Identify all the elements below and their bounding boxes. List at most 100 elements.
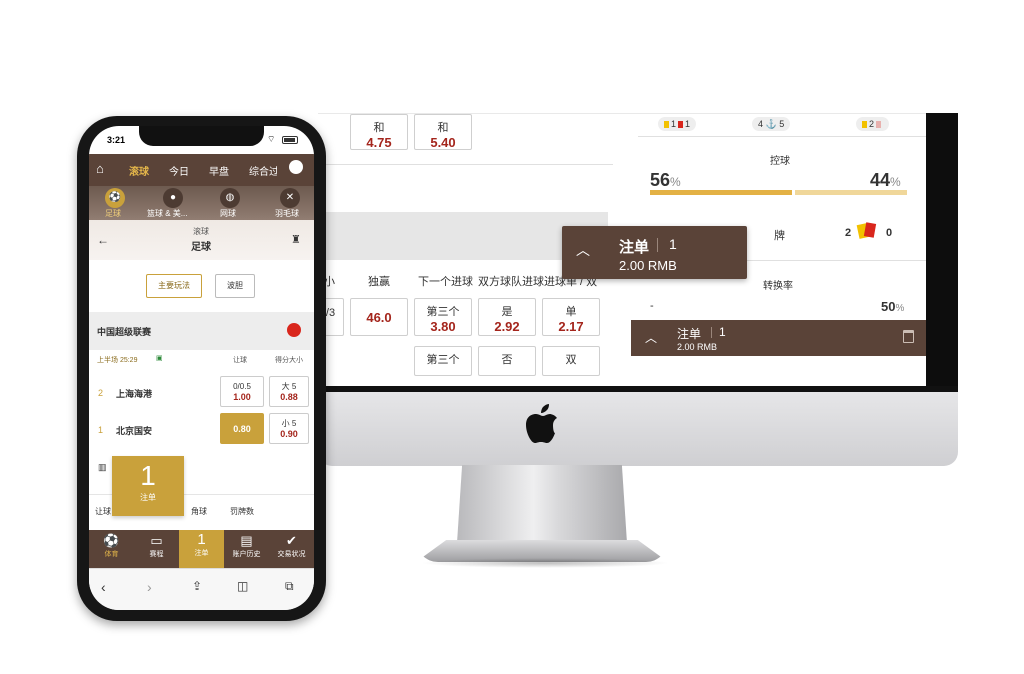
nav-parlay[interactable]: 综合过: [249, 163, 277, 178]
market-handicap[interactable]: 让球: [95, 506, 111, 517]
chevron-up-icon[interactable]: ︿: [645, 329, 657, 346]
cell-label: 双: [565, 354, 577, 366]
nav-today[interactable]: 今日: [169, 163, 189, 178]
col-header-next-goal: 下一个进球: [418, 276, 473, 288]
cell-label: /3: [325, 307, 336, 319]
corners-home: 4: [758, 119, 764, 129]
sport-soccer[interactable]: 足球: [105, 208, 121, 219]
yellow-count: 1: [671, 119, 677, 129]
tab-main-markets[interactable]: 主要玩法: [146, 274, 202, 298]
live-tv-icon[interactable]: ▣: [156, 354, 163, 362]
back-icon[interactable]: ‹: [101, 579, 106, 595]
conversion-home: -: [650, 300, 654, 312]
cell-label: 第三个: [426, 306, 460, 318]
tennis-icon[interactable]: ◍: [220, 188, 240, 208]
odds-cell-draw-2[interactable]: 和 5.40: [414, 114, 472, 150]
floating-betslip[interactable]: 1 注单: [112, 456, 184, 516]
trophy-icon[interactable]: ♜: [291, 233, 301, 246]
tab-label: 注单: [194, 550, 209, 557]
betslip-count: 1: [719, 325, 726, 339]
tab-correct-score[interactable]: 波胆: [215, 274, 255, 298]
odds-handicap-away-selected[interactable]: 0.80: [220, 413, 264, 444]
betslip-amount: 2.00 RMB: [619, 258, 677, 273]
forward-icon[interactable]: ›: [147, 579, 152, 595]
soccer-icon[interactable]: ⚽: [105, 188, 125, 208]
team-rank: 1: [98, 425, 104, 435]
home-possession-value: 56: [650, 170, 671, 190]
odds-cell-row2-next-goal[interactable]: 第三个: [414, 346, 472, 376]
conversion-label: 转换率: [763, 281, 793, 292]
tab-label: 账户历史: [232, 551, 261, 558]
tab-label: 赛程: [149, 551, 164, 558]
odds-total-over[interactable]: 大 5 0.88: [269, 376, 309, 407]
stat-cards-away: 2: [856, 117, 890, 131]
stat-cards-home: 11: [658, 117, 697, 131]
stats-icon[interactable]: ▥: [98, 462, 107, 473]
nav-early[interactable]: 早盘: [209, 163, 229, 178]
nav-live[interactable]: 滚球: [129, 163, 149, 178]
tabs-icon[interactable]: ⧉: [285, 579, 294, 594]
col-header-btts: 双方球队进球: [478, 276, 544, 288]
odds-cell-row2-btts-no[interactable]: 否: [478, 346, 536, 376]
line: 小 5: [281, 419, 297, 428]
wifi-icon: ⌔: [267, 134, 276, 144]
corner-flag-icon: ⚓: [765, 119, 777, 129]
sports-bar: ⚽ 足球 ● 篮球 & 美... ◍ 网球 ✕ 羽毛球: [89, 186, 314, 220]
odds-cell-row2-even[interactable]: 双: [542, 346, 600, 376]
page-title: 足球: [191, 242, 211, 253]
betslip-title: 注单: [677, 327, 702, 341]
odds-cell-next-goal[interactable]: 第三个 3.80: [414, 298, 472, 336]
yellow-card-icon: [664, 121, 669, 129]
tab-sports[interactable]: ⚽ 体育: [89, 530, 134, 568]
cell-label: 是: [501, 306, 513, 318]
odds-handicap-home[interactable]: 0/0.5 1.00: [220, 376, 264, 407]
top-nav: ⌂ 滚球 今日 早盘 综合过: [89, 154, 314, 186]
col-total: 得分大小: [275, 357, 303, 364]
home-possession: 56%: [650, 170, 681, 191]
imac-chin: [318, 392, 958, 466]
conversion-away: 50%: [881, 299, 904, 314]
sport-tennis[interactable]: 网球: [220, 208, 236, 219]
trash-icon[interactable]: [903, 330, 914, 343]
cell-odd: 5.40: [430, 135, 456, 150]
betslip-popup[interactable]: ︿ 注单 1 2.00 RMB: [562, 226, 747, 279]
league-name: 中国超级联赛: [97, 327, 152, 337]
odds-cell-draw-1[interactable]: 和 4.75: [350, 114, 408, 150]
cell-label: 和: [437, 122, 449, 134]
odds-total-under[interactable]: 小 5 0.90: [269, 413, 309, 444]
basketball-icon[interactable]: ●: [163, 188, 183, 208]
team-home-name: 上海海港: [116, 389, 153, 399]
bookmarks-icon[interactable]: ◫: [237, 579, 248, 593]
yellow-count: 2: [869, 119, 875, 129]
tab-status[interactable]: ✔ 交易状况: [269, 530, 314, 568]
betslip-count: 1: [669, 236, 677, 252]
away-red-count: 0: [886, 227, 893, 239]
away-possession-value: 44: [870, 170, 891, 190]
market-bookings[interactable]: 罚牌数: [230, 506, 254, 517]
share-icon[interactable]: ⇪: [192, 579, 202, 593]
cell-label: 第三个: [426, 354, 460, 366]
divider: [657, 238, 658, 252]
cell-odd: 2.92: [494, 319, 520, 334]
back-arrow-icon[interactable]: ←: [97, 233, 109, 247]
odds-cell-odd[interactable]: 单 2.17: [542, 298, 600, 336]
sport-basketball[interactable]: 篮球 & 美...: [147, 208, 187, 219]
chevron-up-icon[interactable]: ︿: [576, 240, 590, 260]
badminton-icon[interactable]: ✕: [280, 188, 300, 208]
odds-cell-moneyline[interactable]: 46.0: [350, 298, 408, 336]
account-icon[interactable]: [289, 160, 303, 174]
team-rank: 2: [98, 388, 104, 398]
sport-badminton[interactable]: 羽毛球: [275, 208, 299, 219]
tab-betslip[interactable]: 1 注单: [179, 530, 224, 568]
notch: [139, 126, 264, 146]
market-corners[interactable]: 角球: [191, 506, 207, 517]
home-icon[interactable]: ⌂: [96, 161, 104, 176]
odds-cell-btts-yes[interactable]: 是 2.92: [478, 298, 536, 336]
tab-schedule[interactable]: ▭ 赛程: [134, 530, 179, 568]
odd: 0.88: [280, 392, 298, 402]
betslip-count: 1: [197, 531, 206, 548]
betslip-bar[interactable]: ︿ 注单 1 2.00 RMB: [631, 320, 926, 356]
tab-history[interactable]: ▤ 账户历史: [224, 530, 269, 568]
stat-corners: 4 ⚓ 5: [752, 117, 791, 131]
percent-sign: %: [890, 175, 901, 189]
